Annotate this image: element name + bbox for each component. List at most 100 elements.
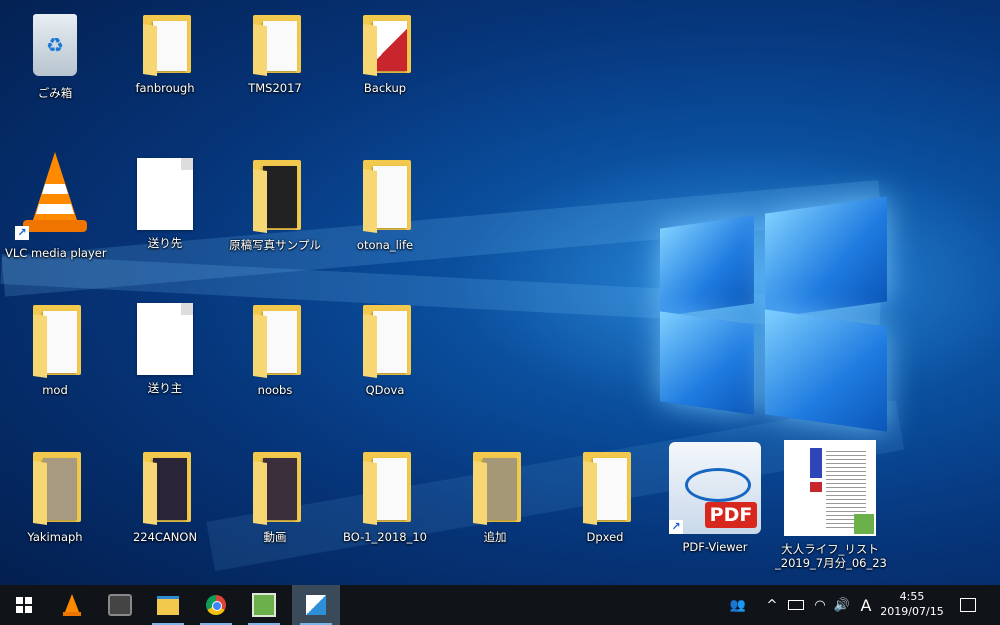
taskbar-spreadsheet-app[interactable] [240,585,288,625]
icon-label: PDF-Viewer [682,540,748,554]
icon-label: Dpxed [586,530,624,544]
shortcut-arrow-icon: ↗ [15,226,29,240]
windows-logo-icon [16,597,32,613]
start-button[interactable] [0,585,48,625]
folder-icon [29,452,81,525]
folder-icon [139,15,191,76]
icon-label: 送り主 [147,381,183,395]
desktop-icon-folder[interactable]: Backup [335,15,435,95]
taskbar: 👥 ^ ◠ 🔊 A 4:55 2019/07/15 [0,585,1000,625]
icon-label: fanbrough [135,81,195,95]
desktop-icon-folder[interactable]: otona_life [335,160,435,252]
folder-icon [29,305,81,378]
desktop-icon-recycle-bin[interactable]: ♻ ごみ箱 [5,10,105,100]
desktop-icon-folder[interactable]: 追加 [445,452,545,544]
taskbar-camera-app[interactable] [96,585,144,625]
desktop-icon-file[interactable]: 送り主 [115,303,215,395]
folder-icon [249,452,301,525]
icon-label: 動画 [263,530,287,544]
battery-indicator[interactable] [786,585,806,625]
windows-logo-pane [765,196,887,319]
vlc-cone-icon [63,594,81,616]
icon-label: mod [42,383,68,397]
pdf-badge: PDF [705,502,757,528]
people-button[interactable]: 👥 [726,585,750,625]
speaker-icon: 🔊 [833,597,851,613]
icon-label: ごみ箱 [37,86,73,100]
pen-app-icon [306,595,326,615]
battery-icon [788,600,804,610]
desktop-icon-folder[interactable]: 224CANON [115,452,215,544]
taskbar-clock[interactable]: 4:55 2019/07/15 [872,589,952,619]
desktop-icon-folder[interactable]: BO-1_2018_10 [335,452,435,544]
folder-icon [359,452,411,525]
taskbar-file-explorer[interactable] [144,585,192,625]
taskbar-active-app[interactable] [292,585,340,625]
desktop-icon-folder[interactable]: noobs [225,305,325,397]
spreadsheet-icon [252,593,276,617]
icon-label: BO-1_2018_10 [343,530,427,544]
desktop-icon-folder[interactable]: 動画 [225,452,325,544]
clock-date: 2019/07/15 [880,605,944,618]
blank-file-icon [137,303,193,375]
taskbar-chrome[interactable] [192,585,240,625]
spreadsheet-app-icon [854,514,874,534]
desktop-icon-folder[interactable]: QDova [335,305,435,397]
desktop-icon-folder[interactable]: fanbrough [115,15,215,95]
spreadsheet-thumbnail-icon [784,440,876,536]
icon-label: TMS2017 [248,81,302,95]
folder-icon [139,452,191,525]
blank-file-icon [137,158,193,230]
wifi-icon: ◠ [814,597,826,613]
windows-logo-pane [660,215,754,317]
folder-icon [359,160,411,233]
folder-icon [249,305,301,378]
folder-icon [249,160,301,233]
vlc-cone-icon: ↗ [15,150,95,240]
icon-label: 追加 [483,530,507,544]
icon-label: Backup [363,81,407,95]
desktop-icon-folder[interactable]: Dpxed [555,452,655,544]
desktop-icon-folder[interactable]: TMS2017 [225,15,325,95]
windows-logo-pane [660,311,754,415]
icon-label-line: 大人ライフ_リスト [781,542,879,556]
camera-icon [108,594,132,616]
action-center-button[interactable] [956,585,980,625]
desktop-icon-folder[interactable]: Yakimaph [5,452,105,544]
icon-label: 原稿写真サンプル [229,238,321,252]
folder-icon [249,15,301,76]
taskbar-vlc[interactable] [48,585,96,625]
desktop-icon-file[interactable]: 送り先 [115,158,215,250]
recycle-bin-icon: ♻ [33,10,77,80]
desktop-icon-folder[interactable]: mod [5,305,105,397]
volume-indicator[interactable]: 🔊 [832,585,852,625]
folder-icon [469,452,521,525]
icon-label: noobs [257,383,293,397]
icon-label: Yakimaph [27,530,83,544]
desktop-icon-spreadsheet[interactable]: 大人ライフ_リスト _2019_7月分_06_23 [775,440,887,570]
icon-label: QDova [365,383,405,397]
icon-label-line: _2019_7月分_06_23 [775,556,887,570]
clock-time: 4:55 [899,590,925,603]
chrome-icon [206,595,226,615]
eye-icon [685,468,751,502]
people-icon: 👥 [729,597,747,613]
network-indicator[interactable]: ◠ [810,585,830,625]
icon-label: 送り先 [147,236,183,250]
icon-label: otona_life [356,238,414,252]
windows-logo-pane [765,309,887,432]
desktop-icon-vlc-shortcut[interactable]: ↗ VLC media player [5,150,107,260]
pdf-viewer-icon: PDF ↗ [669,442,761,534]
notification-icon [960,598,976,612]
folder-icon [157,595,179,615]
desktop-icon-folder[interactable]: 原稿写真サンプル [225,160,325,252]
folder-icon [579,452,631,525]
desktop-icon-pdf-viewer[interactable]: PDF ↗ PDF-Viewer [665,442,765,554]
folder-icon [359,15,411,76]
icon-label: VLC media player [5,246,107,260]
icon-label: 大人ライフ_リスト _2019_7月分_06_23 [775,542,887,570]
show-hidden-icons-button[interactable]: ^ [762,585,782,625]
folder-icon [359,305,411,378]
shortcut-arrow-icon: ↗ [669,520,683,534]
icon-label: 224CANON [132,530,198,544]
